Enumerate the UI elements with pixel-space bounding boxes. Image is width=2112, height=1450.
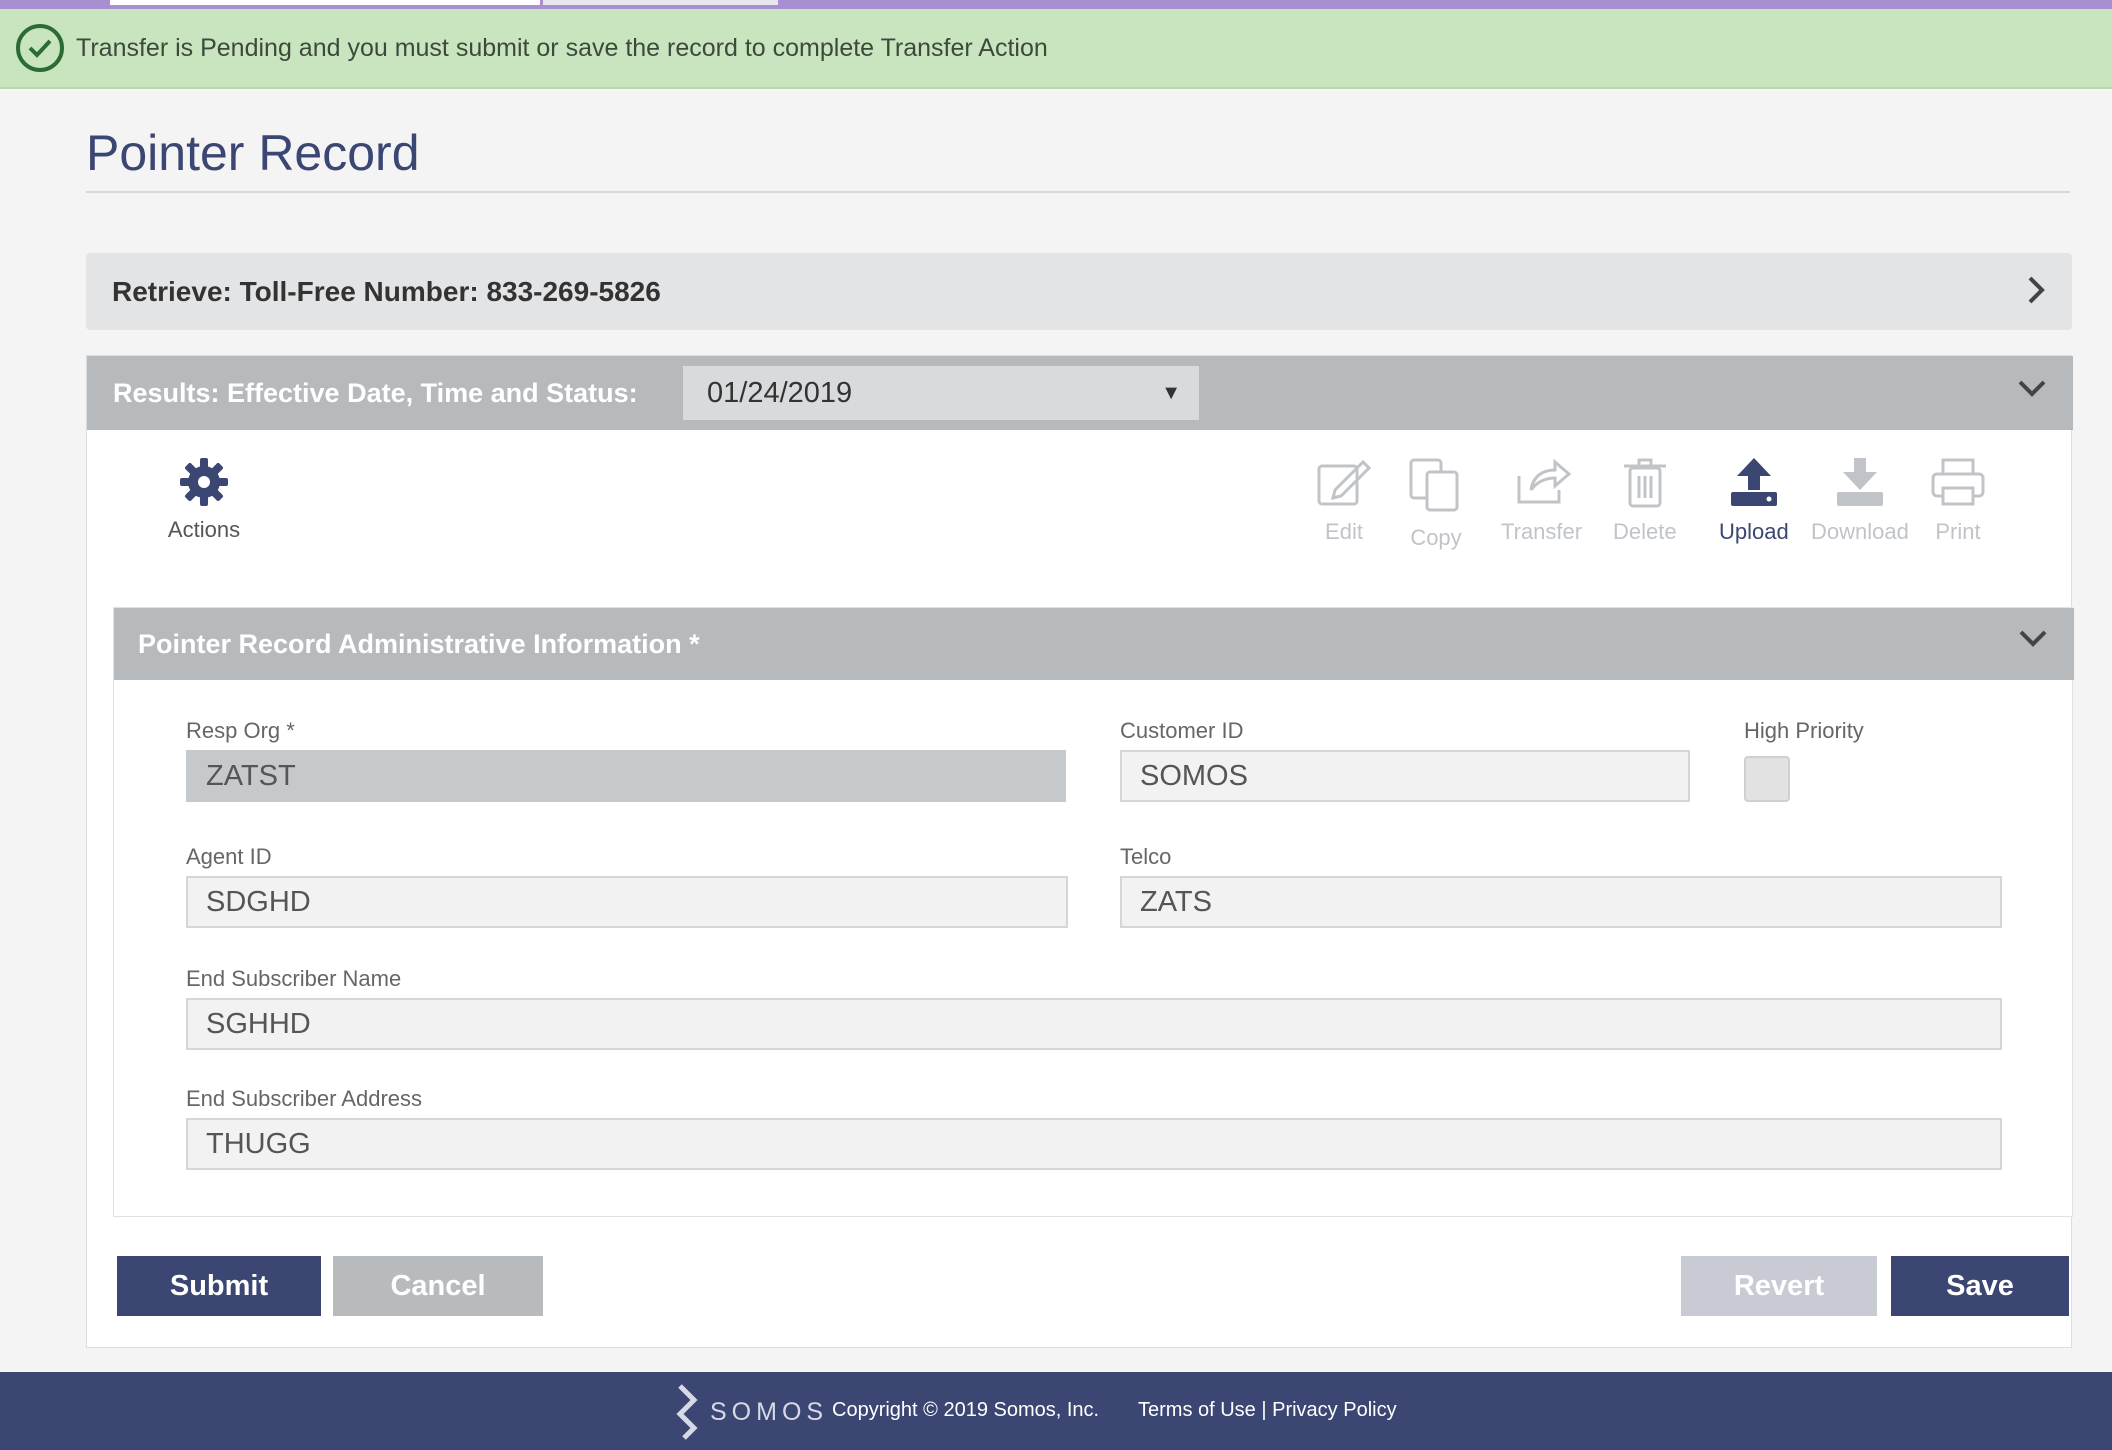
page-title: Pointer Record: [86, 125, 420, 181]
telco-field[interactable]: ZATS: [1120, 876, 2002, 928]
download-button[interactable]: Download: [1811, 456, 1909, 545]
footer-brand: SOMOS: [710, 1397, 829, 1426]
retrieve-panel-header[interactable]: Retrieve: Toll-Free Number: 833-269-5826: [86, 253, 2072, 330]
results-panel-header[interactable]: Results: Effective Date, Time and Status…: [87, 356, 2073, 430]
admin-info-header[interactable]: Pointer Record Administrative Informatio…: [114, 608, 2074, 680]
upload-button[interactable]: Upload: [1719, 456, 1789, 545]
effective-date-select[interactable]: 01/24/2019 ▼: [683, 366, 1199, 420]
customer-id-field[interactable]: SOMOS: [1120, 750, 1690, 802]
record-toolbar: Edit Copy Transfer Delete Upload Downloa…: [87, 456, 2073, 556]
save-button[interactable]: Save: [1891, 1256, 2069, 1316]
end-subscriber-name-label: End Subscriber Name: [186, 966, 402, 991]
delete-label: Delete: [1613, 519, 1677, 544]
upload-icon: [1730, 458, 1777, 506]
high-priority-label: High Priority: [1744, 718, 1864, 743]
revert-button[interactable]: Revert: [1681, 1256, 1877, 1316]
chevron-down-icon[interactable]: [2017, 378, 2047, 403]
effective-date-value: 01/24/2019: [707, 376, 853, 409]
end-subscriber-name-field[interactable]: SGHHD: [186, 998, 2002, 1050]
resp-org-label: Resp Org *: [186, 718, 295, 743]
agent-id-field[interactable]: SDGHD: [186, 876, 1068, 928]
admin-info-panel: Pointer Record Administrative Informatio…: [113, 607, 2074, 1217]
browser-tab-strip: [0, 0, 2112, 9]
copy-label: Copy: [1410, 525, 1462, 550]
resp-org-field: ZATST: [186, 750, 1066, 802]
title-divider: [86, 191, 2070, 193]
tab-indicator-secondary: [543, 0, 778, 5]
retrieve-label: Retrieve: Toll-Free Number: 833-269-5826: [112, 275, 661, 307]
end-subscriber-address-field[interactable]: THUGG: [186, 1118, 2002, 1170]
download-label: Download: [1811, 519, 1909, 544]
telco-label: Telco: [1120, 844, 1172, 869]
tab-indicator: [110, 0, 540, 5]
upload-label: Upload: [1719, 519, 1789, 544]
download-icon: [1836, 458, 1883, 506]
copy-button[interactable]: Copy: [1405, 456, 1467, 551]
submit-button[interactable]: Submit: [117, 1256, 321, 1316]
end-subscriber-address-label: End Subscriber Address: [186, 1086, 423, 1111]
agent-id-label: Agent ID: [186, 844, 272, 869]
chevron-down-icon[interactable]: [2018, 628, 2048, 653]
dropdown-arrow-icon: ▼: [1161, 382, 1181, 404]
pending-transfer-alert: Transfer is Pending and you must submit …: [0, 9, 2112, 89]
edit-icon: [1317, 459, 1372, 506]
print-label: Print: [1935, 519, 1981, 544]
copy-icon: [1409, 458, 1459, 512]
footer-copyright: Copyright © 2019 Somos, Inc.: [832, 1399, 1100, 1421]
check-circle-icon: [16, 24, 64, 72]
results-label: Results: Effective Date, Time and Status…: [113, 377, 638, 408]
edit-label: Edit: [1325, 519, 1363, 544]
share-icon: [1517, 458, 1571, 504]
high-priority-checkbox[interactable]: [1744, 756, 1790, 802]
edit-button[interactable]: Edit: [1313, 456, 1375, 545]
print-button[interactable]: Print: [1927, 456, 1989, 545]
chevron-right-icon[interactable]: [2026, 275, 2046, 310]
somos-logo: SOMOS: [672, 1384, 828, 1440]
somos-logo-icon: [676, 1384, 698, 1440]
footer-links[interactable]: Terms of Use | Privacy Policy: [1138, 1399, 1397, 1422]
cancel-button[interactable]: Cancel: [333, 1256, 543, 1316]
admin-info-title: Pointer Record Administrative Informatio…: [138, 628, 700, 659]
printer-icon: [1931, 458, 1985, 506]
customer-id-label: Customer ID: [1120, 718, 1244, 743]
delete-button[interactable]: Delete: [1613, 456, 1677, 545]
trash-icon: [1623, 458, 1666, 508]
footer: SOMOS Copyright © 2019 Somos, Inc. Terms…: [0, 1372, 2112, 1450]
transfer-label: Transfer: [1501, 519, 1583, 544]
results-panel: Results: Effective Date, Time and Status…: [86, 355, 2074, 1348]
alert-message: Transfer is Pending and you must submit …: [76, 33, 1048, 62]
transfer-button[interactable]: Transfer: [1501, 456, 1582, 545]
